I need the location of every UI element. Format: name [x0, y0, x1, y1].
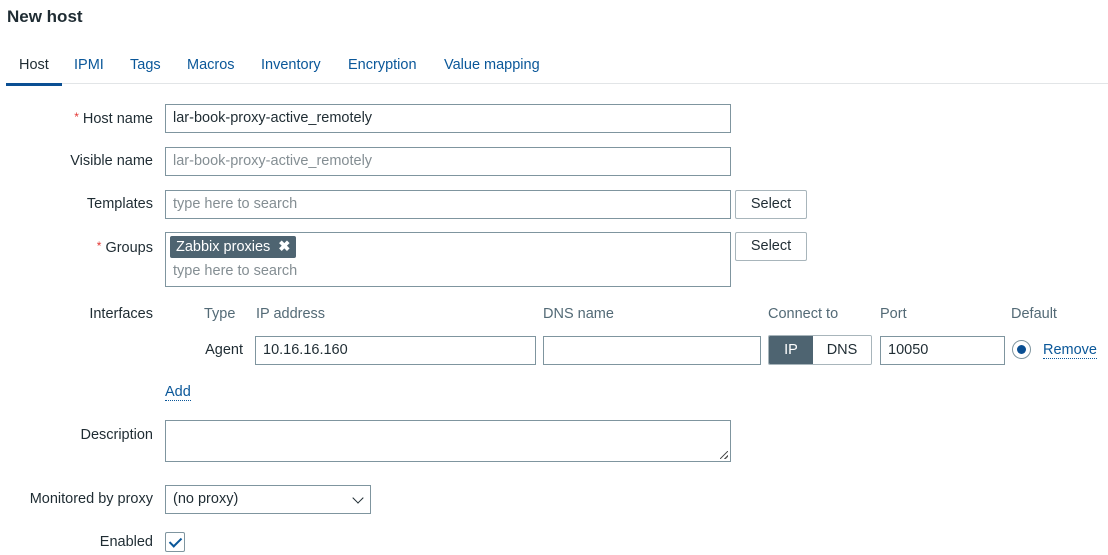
interfaces-header-port: Port — [880, 306, 907, 322]
remove-chip-icon[interactable]: ✖ — [278, 239, 290, 255]
group-chip: Zabbix proxies ✖ — [170, 236, 297, 258]
proxy-label: Monitored by proxy — [29, 491, 153, 507]
group-chip-label: Zabbix proxies — [176, 239, 271, 255]
tab-macros[interactable]: Macros — [187, 57, 235, 85]
templates-select-button[interactable]: Select — [735, 190, 807, 219]
tab-inventory[interactable]: Inventory — [261, 57, 321, 85]
connect-dns-option[interactable]: DNS — [813, 336, 871, 364]
tab-bar: Host IPMI Tags Macros Inventory Encrypti… — [6, 55, 1108, 86]
default-interface-radio[interactable] — [1012, 340, 1031, 359]
tab-host[interactable]: Host — [6, 57, 62, 86]
required-marker: * — [74, 110, 79, 124]
interfaces-header-connect: Connect to — [768, 306, 839, 322]
connect-ip-option[interactable]: IP — [769, 336, 813, 364]
templates-label: Templates — [86, 196, 153, 212]
interfaces-label: Interfaces — [89, 306, 153, 322]
interface-ip-input[interactable]: 10.16.16.160 — [255, 336, 536, 365]
groups-select-button[interactable]: Select — [735, 232, 807, 261]
visible-name-input[interactable]: lar-book-proxy-active_remotely — [165, 147, 731, 176]
interfaces-header-ip: IP address — [256, 306, 326, 322]
enabled-checkbox[interactable] — [165, 532, 185, 552]
interface-type: Agent — [205, 342, 243, 358]
interfaces-header-type: Type — [204, 306, 236, 322]
required-marker: * — [96, 239, 102, 253]
groups-multiselect[interactable]: Zabbix proxies ✖ type here to search — [165, 232, 731, 287]
description-textarea[interactable] — [165, 420, 731, 462]
interface-dns-input[interactable] — [543, 336, 761, 365]
proxy-select[interactable]: (no proxy) — [165, 485, 371, 514]
description-label: Description — [80, 427, 153, 443]
enabled-label: Enabled — [99, 534, 153, 550]
resize-handle-icon[interactable] — [720, 451, 728, 459]
chevron-down-icon — [352, 492, 364, 504]
page-title: New host — [7, 7, 83, 26]
host-name-label: * Host name — [74, 110, 153, 127]
groups-label: * Groups — [96, 239, 153, 256]
interface-port-input[interactable]: 10050 — [880, 336, 1005, 365]
tab-ipmi[interactable]: IPMI — [74, 57, 104, 85]
groups-search-input[interactable]: type here to search — [173, 263, 297, 279]
tab-tags[interactable]: Tags — [130, 57, 161, 85]
remove-interface-link[interactable]: Remove — [1043, 342, 1097, 359]
templates-search-input[interactable]: type here to search — [165, 190, 731, 219]
tab-value-mapping[interactable]: Value mapping — [444, 57, 540, 85]
tab-encryption[interactable]: Encryption — [348, 57, 417, 85]
proxy-select-value: (no proxy) — [173, 491, 239, 507]
add-interface-link[interactable]: Add — [165, 384, 191, 401]
host-name-input[interactable]: lar-book-proxy-active_remotely — [165, 104, 731, 133]
connect-to-toggle: IP DNS — [768, 335, 872, 365]
interfaces-header-dns: DNS name — [543, 306, 614, 322]
visible-name-label: Visible name — [70, 153, 153, 169]
interfaces-header-default: Default — [1011, 306, 1057, 322]
